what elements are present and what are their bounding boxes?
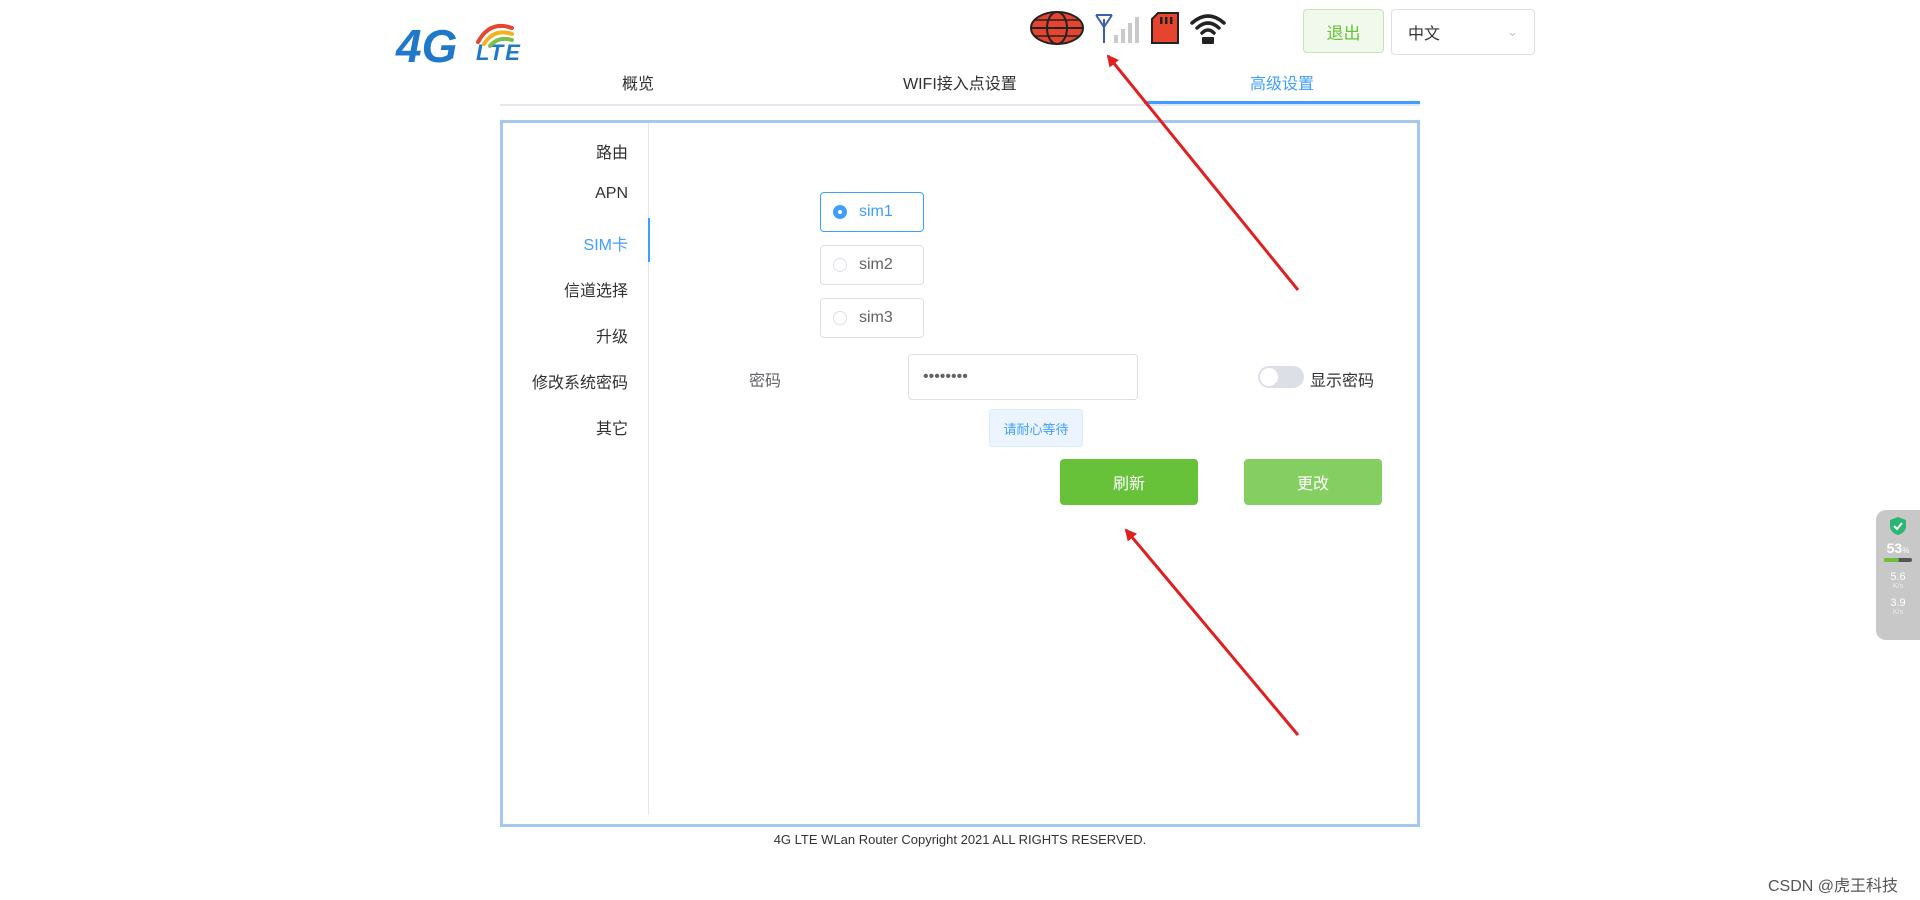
password-input[interactable] — [908, 354, 1138, 400]
refresh-button[interactable]: 刷新 — [1060, 459, 1198, 505]
footer-copyright: 4G LTE WLan Router Copyright 2021 ALL RI… — [773, 832, 1147, 847]
password-label: 密码 — [749, 373, 782, 390]
sim2-radio[interactable]: sim2 — [820, 245, 924, 285]
top-tabs: 概览 WIFI接入点设置 高级设置 — [500, 62, 1420, 106]
tab-advanced-settings[interactable]: 高级设置 — [1250, 70, 1314, 94]
status-icons — [1030, 8, 1226, 48]
wait-tip: 请耐心等待 — [989, 409, 1083, 447]
upload-speed-unit: K/s — [1892, 583, 1904, 590]
side-item-upgrade[interactable]: 升级 — [596, 323, 628, 347]
show-password-label: 显示密码 — [1310, 373, 1375, 390]
side-item-other[interactable]: 其它 — [596, 415, 628, 439]
logo: 4G LTE — [394, 12, 574, 72]
network-monitor-widget[interactable]: 53% 5.6 K/s 3.9 K/s — [1876, 510, 1920, 640]
sim3-label: sim3 — [859, 309, 893, 326]
side-active-indicator — [648, 218, 650, 262]
usage-bar — [1884, 558, 1912, 562]
radio-dot-icon — [833, 258, 847, 272]
side-item-sim-card[interactable]: SIM卡 — [584, 231, 628, 255]
settings-panel: 路由 APN SIM卡 信道选择 升级 修改系统密码 其它 sim1 sim2 … — [500, 120, 1420, 827]
side-item-channel-select[interactable]: 信道选择 — [564, 277, 628, 301]
logo-graphic: 4G LTE — [395, 20, 520, 72]
sim2-label: sim2 — [859, 256, 893, 273]
usage-percent-value: 53 — [1886, 540, 1903, 556]
signal-antenna-icon — [1095, 14, 1139, 43]
change-button[interactable]: 更改 — [1244, 459, 1382, 505]
logout-button[interactable]: 退出 — [1303, 9, 1384, 53]
globe-icon — [1030, 11, 1084, 45]
side-menu: 路由 APN SIM卡 信道选择 升级 修改系统密码 其它 — [503, 123, 650, 815]
sim1-radio[interactable]: sim1 — [820, 192, 924, 232]
sim3-radio[interactable]: sim3 — [820, 298, 924, 338]
svg-text:4G: 4G — [395, 20, 457, 68]
language-select[interactable]: 中文 ⌄ — [1391, 9, 1535, 55]
watermark: CSDN @虎王科技 — [1768, 878, 1899, 895]
sim1-label: sim1 — [859, 203, 893, 220]
tab-overview[interactable]: 概览 — [622, 70, 654, 94]
show-password-toggle[interactable] — [1258, 366, 1304, 388]
upload-speed: 5.6 K/s — [1890, 572, 1905, 592]
download-speed: 3.9 K/s — [1890, 598, 1905, 618]
sd-card-icon — [1151, 12, 1179, 44]
side-item-route[interactable]: 路由 — [596, 139, 628, 163]
radio-dot-icon — [833, 311, 847, 325]
usage-percent-unit: % — [1902, 546, 1910, 555]
download-speed-unit: K/s — [1892, 609, 1904, 616]
side-item-apn[interactable]: APN — [595, 185, 628, 203]
side-item-change-system-password[interactable]: 修改系统密码 — [532, 369, 628, 393]
tab-active-indicator — [1144, 101, 1420, 104]
language-select-value: 中文 — [1408, 26, 1441, 43]
network-usage-percent: 53% — [1887, 540, 1910, 556]
wifi-icon — [1190, 14, 1226, 44]
radio-dot-icon — [833, 205, 847, 219]
chevron-down-icon: ⌄ — [1507, 24, 1518, 39]
shield-check-icon — [1890, 517, 1906, 535]
tab-wifi-ap-settings[interactable]: WIFI接入点设置 — [903, 70, 1017, 94]
